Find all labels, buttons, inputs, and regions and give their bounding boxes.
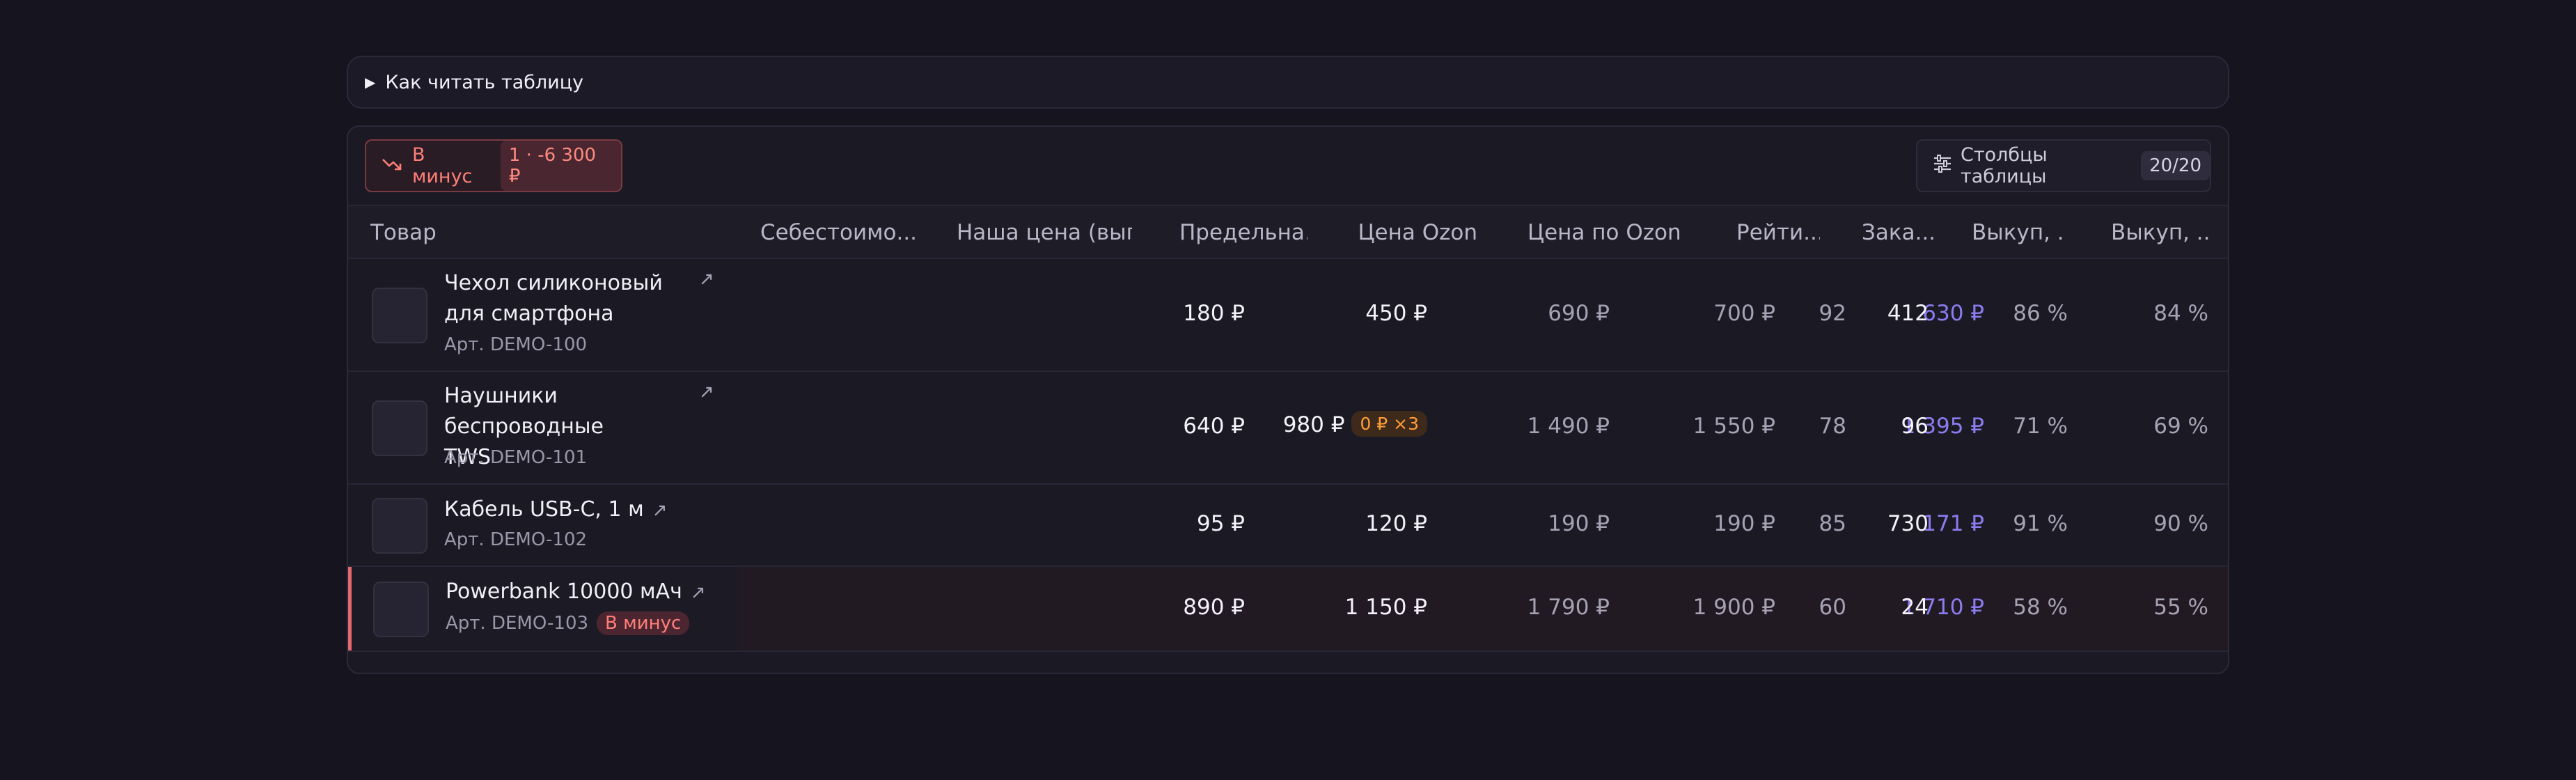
- product-sku: Арт. DEMO-101: [444, 447, 588, 468]
- product-thumbnail: [373, 582, 429, 637]
- product-name-text: Кабель USB-C, 1 м: [444, 497, 644, 522]
- col-header-buyout-2[interactable]: Выкуп, ...: [2111, 206, 2208, 259]
- buyout-2-value: 84 %: [2153, 301, 2208, 326]
- cost-value: 890 ₽: [1183, 595, 1245, 620]
- our-price-cell: 980 ₽0 ₽ ×3: [1283, 411, 1427, 437]
- col-header-our-price[interactable]: Наша цена (вып...: [957, 206, 1132, 259]
- table-columns-count: 20/20: [2141, 151, 2210, 180]
- cost-value: 95 ₽: [1196, 511, 1245, 536]
- table-row[interactable]: Чехол силиконовый для смартфона ↗ Арт. D…: [348, 259, 2228, 372]
- our-price-value: 450 ₽: [1365, 301, 1427, 326]
- col-header-rating[interactable]: Рейти...: [1736, 206, 1820, 259]
- triangle-right-icon: ▶: [365, 74, 376, 91]
- limit-price-value: 190 ₽: [1548, 511, 1610, 536]
- table-row-loss[interactable]: Powerbank 10000 мАч ↗ Арт. DEMO-103 В мину…: [348, 567, 2228, 652]
- how-to-read-label: Как читать таблицу: [385, 71, 584, 93]
- product-name-text: Powerbank 10000 мАч: [446, 579, 682, 604]
- product-sku: Арт. DEMO-103: [446, 613, 589, 634]
- col-header-limit-price[interactable]: Предельна...: [1179, 206, 1307, 259]
- trending-down-icon: [382, 155, 402, 177]
- product-thumbnail: [372, 288, 427, 343]
- our-price-value: 120 ₽: [1365, 511, 1427, 536]
- orders-value: 412: [1887, 301, 1929, 326]
- rating-value: 92: [1819, 301, 1846, 326]
- ozon-price-value: 1 550 ₽: [1693, 414, 1775, 439]
- col-header-product[interactable]: Товар: [370, 206, 649, 259]
- product-sku: Арт. DEMO-102: [444, 529, 588, 550]
- loss-filter-count: 1 · -6 300 ₽: [500, 141, 621, 191]
- product-cell: Наушники беспроводные TWS ↗ Арт. DEMO-10…: [348, 372, 738, 483]
- loss-row-indicator: [348, 567, 352, 650]
- buyout-2-value: 69 %: [2153, 414, 2208, 439]
- col-header-ozon-price[interactable]: Цена Ozon: [1338, 206, 1477, 259]
- ozon-price-value: 1 900 ₽: [1693, 595, 1775, 620]
- table-columns-button[interactable]: Столбцы таблицы 20/20: [1916, 139, 2211, 192]
- sliders-icon: [1933, 154, 1952, 178]
- buyout-1-value: 86 %: [2013, 301, 2068, 326]
- limit-price-value: 1 490 ₽: [1527, 414, 1610, 439]
- cost-value: 180 ₽: [1183, 301, 1245, 326]
- table-columns-label: Столбцы таблицы: [1961, 144, 2048, 187]
- product-name[interactable]: Powerbank 10000 мАч ↗: [446, 577, 706, 608]
- product-thumbnail: [372, 400, 427, 456]
- product-name[interactable]: Чехол силиконовый для смартфона: [444, 268, 695, 329]
- external-link-icon[interactable]: ↗: [699, 269, 714, 290]
- buyout-2-value: 55 %: [2153, 595, 2208, 620]
- limit-price-value: 1 790 ₽: [1527, 595, 1610, 620]
- col-header-ozon-card-price[interactable]: Цена по Ozon ...: [1527, 206, 1683, 259]
- product-cell: Powerbank 10000 мАч ↗ Арт. DEMO-103 В мину…: [348, 567, 738, 650]
- orders-value: 24: [1901, 595, 1929, 620]
- orders-value: 730: [1887, 511, 1929, 536]
- buyout-1-value: 58 %: [2013, 595, 2068, 620]
- our-price-value: 1 150 ₽: [1344, 595, 1427, 620]
- rating-value: 78: [1819, 414, 1846, 439]
- table-row[interactable]: Наушники беспроводные TWS ↗ Арт. DEMO-10…: [348, 372, 2228, 485]
- buyout-1-value: 91 %: [2013, 511, 2068, 536]
- table-row[interactable]: Кабель USB-C, 1 м ↗ Арт. DEMO-102 95 ₽ 12…: [348, 485, 2228, 567]
- page: ▶ Как читать таблицу В минус 1 · -6 300 …: [347, 56, 2229, 674]
- ozon-card-price-value: 630 ₽: [1922, 301, 1984, 326]
- our-price-value: 980 ₽: [1282, 412, 1345, 437]
- col-header-buyout-1[interactable]: Выкуп, ...: [1972, 206, 2065, 259]
- products-table-card: В минус 1 · -6 300 ₽ Столбцы таблицы 20/…: [347, 125, 2229, 674]
- orders-value: 96: [1901, 414, 1929, 439]
- product-cell: Кабель USB-C, 1 м ↗ Арт. DEMO-102: [348, 485, 738, 566]
- loss-filter-label: В минус: [412, 144, 473, 187]
- external-link-icon[interactable]: ↗: [691, 582, 706, 603]
- external-link-icon[interactable]: ↗: [652, 500, 668, 521]
- col-header-orders[interactable]: Зака...: [1862, 206, 1938, 259]
- ozon-price-value: 700 ₽: [1713, 301, 1775, 326]
- product-sku-line: Арт. DEMO-103 В минус: [446, 611, 690, 635]
- col-header-cost[interactable]: Себестоимо...: [760, 206, 936, 259]
- price-warning-badge[interactable]: 0 ₽ ×3: [1351, 411, 1427, 437]
- product-thumbnail: [372, 498, 427, 554]
- loss-tag: В минус: [597, 611, 690, 635]
- product-cell: Чехол силиконовый для смартфона ↗ Арт. D…: [348, 259, 738, 370]
- buyout-1-value: 71 %: [2013, 414, 2068, 439]
- table-toolbar: В минус 1 · -6 300 ₽ Столбцы таблицы 20/…: [348, 127, 2228, 205]
- loss-filter-button[interactable]: В минус 1 · -6 300 ₽: [365, 139, 622, 192]
- buyout-2-value: 90 %: [2153, 511, 2208, 536]
- cost-value: 640 ₽: [1183, 414, 1245, 439]
- ozon-price-value: 190 ₽: [1713, 511, 1775, 536]
- limit-price-value: 690 ₽: [1548, 301, 1610, 326]
- rating-value: 60: [1819, 595, 1846, 620]
- how-to-read-toggle[interactable]: ▶ Как читать таблицу: [347, 56, 2229, 109]
- product-name[interactable]: Кабель USB-C, 1 м ↗: [444, 494, 668, 526]
- table-header: Товар Себестоимо... Наша цена (вып... Пр…: [348, 205, 2228, 259]
- product-sku: Арт. DEMO-100: [444, 334, 588, 355]
- external-link-icon[interactable]: ↗: [699, 382, 714, 403]
- ozon-card-price-value: 171 ₽: [1922, 511, 1984, 536]
- rating-value: 85: [1819, 511, 1846, 536]
